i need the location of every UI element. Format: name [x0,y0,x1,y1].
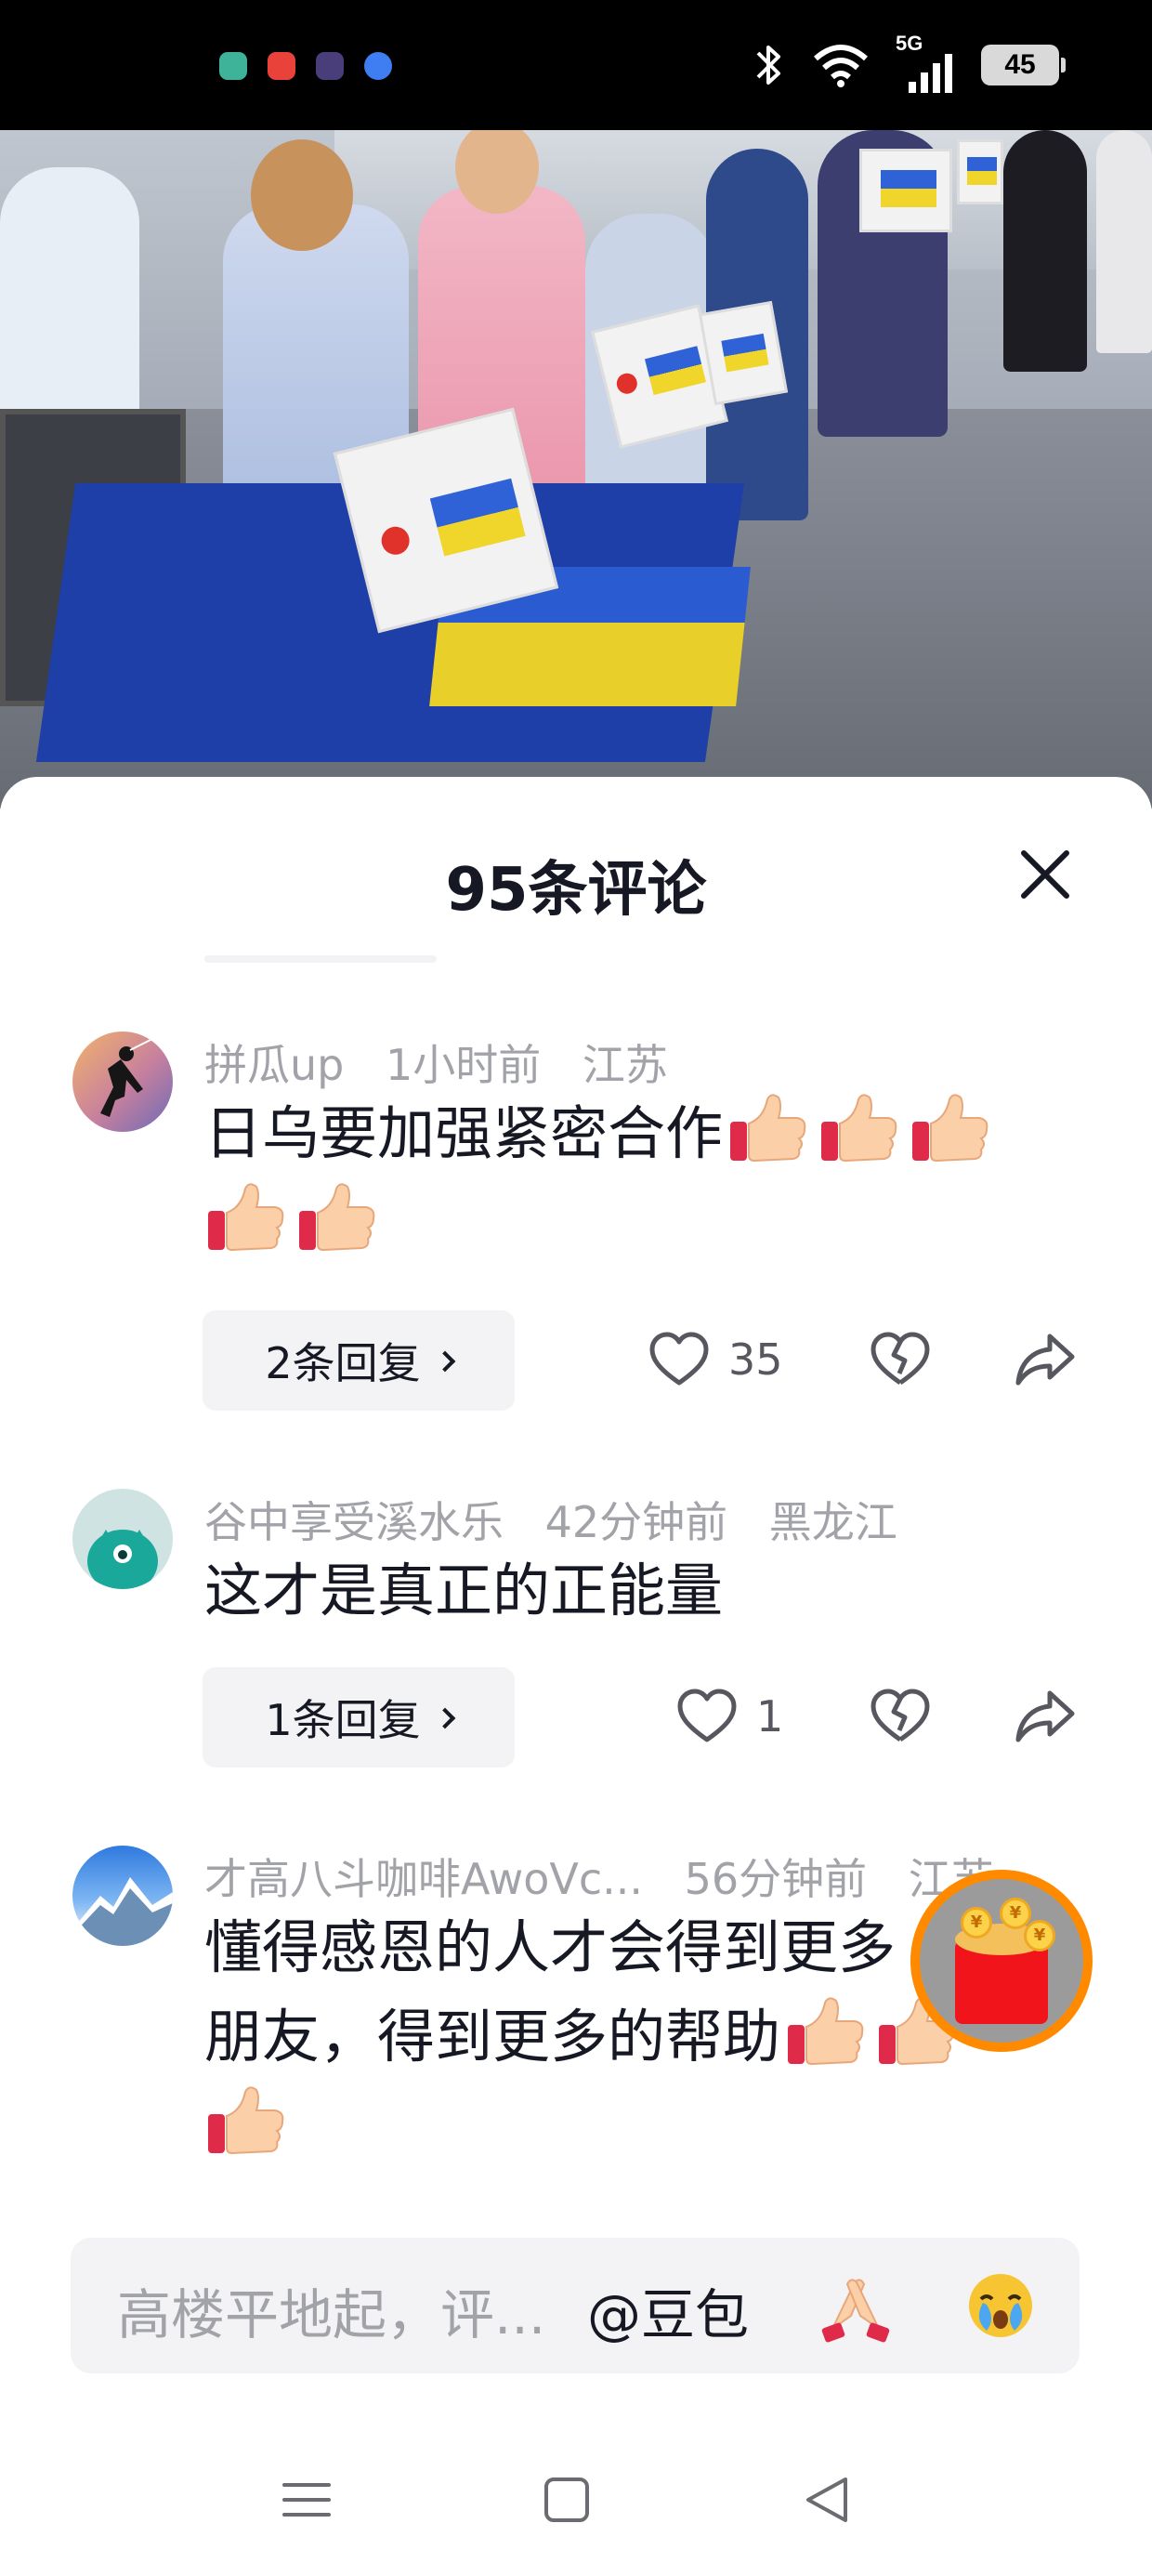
thumbs-up-icon [912,1094,988,1163]
video-sign [698,300,789,406]
scroll-indicator [204,955,437,963]
comment-meta: 谷中享受溪水乐 42分钟前 黑龙江 [204,1489,925,1550]
thumbs-up-icon [730,1094,806,1163]
comment-text-content: 日乌要加强紧密合作 [204,1099,724,1167]
video-sign [859,149,952,232]
thumbs-up-icon [788,1997,864,2066]
chevron-right-icon [434,1350,455,1373]
red-packet-widget[interactable]: ¥ ¥ ¥ [910,1870,1093,2052]
app-notification-icon [268,52,295,80]
comment-text-line: 朋友，得到更多的帮助 [204,2003,781,2070]
video-person [1003,130,1087,372]
view-replies-button[interactable]: 1条回复 [203,1667,515,1768]
status-bar: 5G 45 [0,0,1152,130]
back-triangle-icon[interactable] [799,2472,855,2528]
mention-doubao-button[interactable]: @豆包 [587,2271,749,2349]
video-person [251,139,353,251]
cartoon-monster-avatar-icon [87,1530,158,1589]
chevron-right-icon [434,1707,455,1729]
comment-meta: 拼瓜up 1小时前 江苏 [204,1032,696,1093]
comment-author[interactable]: 拼瓜up [204,1040,344,1090]
avatar[interactable] [72,1032,173,1132]
coin-icon: ¥ [1000,1898,1031,1929]
climber-silhouette-icon [100,1038,153,1117]
share-icon[interactable] [1015,1331,1076,1388]
thumbs-up-icon [821,1094,897,1163]
app-notification-icon [219,52,247,80]
bluetooth-icon [756,46,780,85]
battery-level: 45 [1004,49,1036,80]
comment-text: 日乌要加强紧密合作 [204,1089,1078,1268]
avatar[interactable] [72,1846,173,1946]
comment-text: 这才是真正的正能量 [204,1546,1078,1636]
coin-icon: ¥ [1024,1920,1055,1952]
like-count: 35 [728,1334,783,1385]
comment-meta: 才高八斗咖啡AwoVc... 56分钟前 江苏 [204,1846,1022,1907]
view-replies-button[interactable]: 2条回复 [203,1310,515,1411]
comment-author[interactable]: 才高八斗咖啡AwoVc... [204,1854,643,1904]
battery-icon: 45 [981,45,1066,85]
comment-text-content: 这才是真正的正能量 [204,1557,724,1624]
dislike-broken-heart-icon[interactable] [870,1331,931,1388]
close-icon[interactable] [1013,842,1078,907]
notification-icons [219,52,392,80]
app-notification-icon [316,52,344,80]
like-button[interactable]: 1 [676,1688,783,1745]
app-notification-icon [364,52,392,80]
wifi-icon [814,45,868,87]
thumbs-up-icon [208,1183,284,1252]
comment-time: 56分钟前 [684,1854,868,1904]
comment-time: 1小时前 [385,1040,542,1090]
dislike-broken-heart-icon[interactable] [870,1688,931,1745]
thumbs-up-icon [299,1183,375,1252]
heart-icon [677,1689,737,1742]
comment-location: 江苏 [582,1040,668,1090]
home-square-icon[interactable] [539,2472,595,2528]
crying-face-emoji-button[interactable] [959,2264,1042,2347]
avatar[interactable] [72,1489,173,1589]
video-person [1096,130,1152,353]
red-packet-icon: ¥ ¥ ¥ [920,1879,1083,2043]
menu-icon[interactable] [279,2472,334,2528]
coin-icon: ¥ [961,1907,992,1939]
video-player[interactable] [0,130,1152,808]
comment-location: 黑龙江 [768,1497,897,1547]
comment-time: 42分钟前 [544,1497,728,1547]
reply-count-label: 2条回复 [265,1338,421,1388]
like-button[interactable]: 35 [648,1331,783,1388]
thumbs-up-icon [208,2086,284,2155]
comment-input-placeholder[interactable]: 高楼平地起，评... [117,2271,545,2349]
heart-icon [649,1332,709,1386]
like-count: 1 [756,1691,784,1741]
reply-count-label: 1条回复 [265,1695,421,1745]
video-sign [957,139,1003,204]
comment-input-bar[interactable]: 高楼平地起，评... @豆包 [71,2238,1080,2373]
mountain-avatar-icon [72,1877,173,1946]
network-type: 5G [896,32,923,55]
comment-author[interactable]: 谷中享受溪水乐 [204,1497,504,1547]
clapping-hands-emoji-button[interactable] [814,2264,897,2347]
share-icon[interactable] [1015,1688,1076,1745]
comments-title: 95条评论 [445,856,707,925]
comment-text-line: 懂得感恩的人才会得到更多 [204,1913,897,1981]
cellular-signal-icon: 5G [896,32,955,93]
system-nav-bar [0,2453,1152,2546]
